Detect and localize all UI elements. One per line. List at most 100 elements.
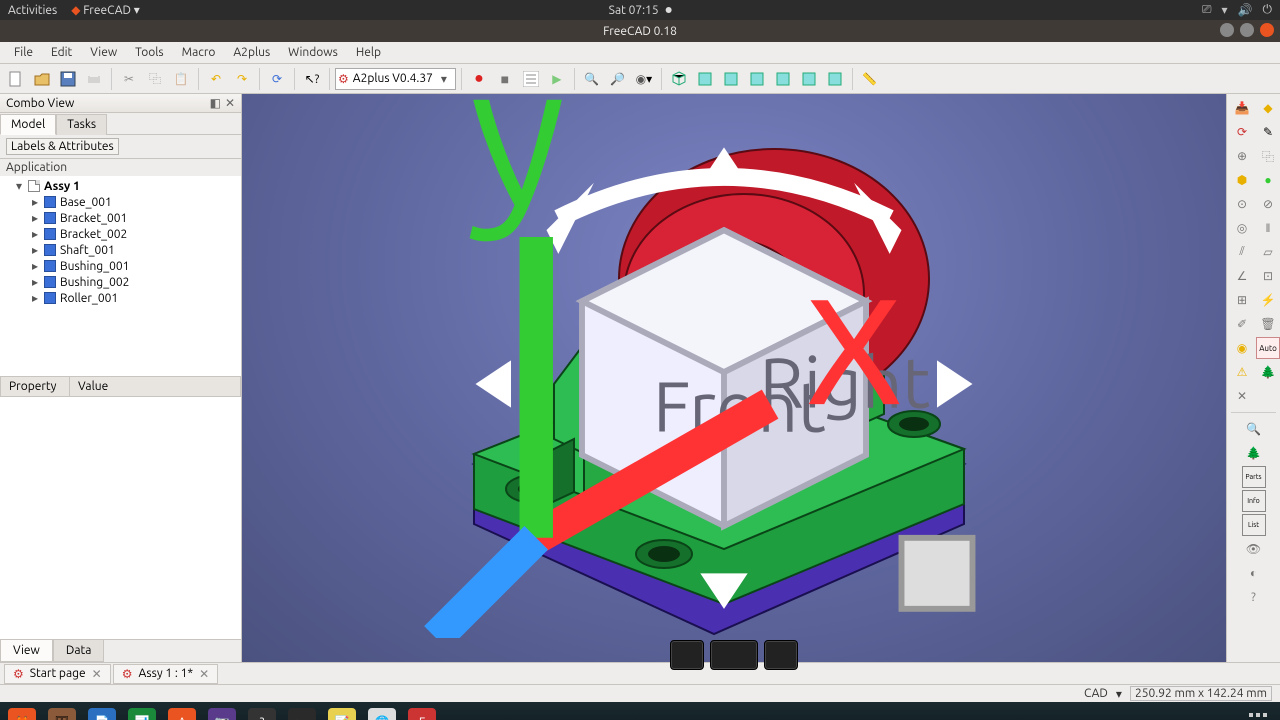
firefox-icon[interactable]: 🦊: [8, 708, 36, 720]
nav-mode-drop[interactable]: ▾: [1116, 687, 1122, 701]
tree-item[interactable]: Shaft_001: [60, 244, 115, 257]
a2p-pointplane-button[interactable]: ⊙: [1230, 193, 1254, 215]
a2p-angled-button[interactable]: ∠: [1230, 265, 1254, 287]
tree-root[interactable]: Assy 1: [44, 180, 80, 193]
show-applications-button[interactable]: [1244, 708, 1272, 720]
new-button[interactable]: [4, 67, 28, 91]
a2p-edit2-button[interactable]: ✐: [1230, 313, 1254, 335]
a2p-delete-button[interactable]: 🗑: [1256, 313, 1280, 335]
part-icon: [44, 276, 56, 288]
right-toolbar: 📥 ◆ ⟳ ✎ ⊕ ⿻ ⬢ ● ⊙ ⊘ ◎ ‖ ⫽ ▱ ∠ ⊡ ⊞ ⚡ ✐ 🗑 …: [1226, 94, 1280, 662]
a2p-edit-button[interactable]: ✎: [1256, 121, 1280, 143]
menu-help[interactable]: Help: [348, 44, 389, 61]
a2p-plane-button[interactable]: ▱: [1256, 241, 1280, 263]
undo-button[interactable]: ↶: [204, 67, 228, 91]
property-col[interactable]: Property: [0, 377, 70, 397]
menu-windows[interactable]: Windows: [280, 44, 346, 61]
software-icon[interactable]: A: [168, 708, 196, 720]
a2p-tree2-button[interactable]: 🌲: [1242, 442, 1266, 464]
a2p-axial-button[interactable]: ‖: [1256, 217, 1280, 239]
writer-icon[interactable]: 📄: [88, 708, 116, 720]
a2p-bom-button[interactable]: List: [1242, 514, 1266, 536]
tab-tasks[interactable]: Tasks: [56, 114, 107, 135]
open-button[interactable]: [30, 67, 54, 91]
a2p-partslist-button[interactable]: Parts: [1242, 466, 1266, 488]
a2p-dup-button[interactable]: ⿻: [1256, 145, 1280, 167]
volume-icon[interactable]: 🔊: [1238, 3, 1253, 17]
freecad-dock-icon[interactable]: F: [408, 708, 436, 720]
menu-a2plus[interactable]: A2plus: [225, 44, 278, 61]
modifier-keys-overlay: [670, 640, 798, 670]
menu-file[interactable]: File: [6, 44, 41, 61]
a2p-transparency-button[interactable]: ◐: [1242, 562, 1266, 584]
a2p-tree-button[interactable]: 🌲: [1256, 361, 1280, 383]
freecad-icon: ⚙: [13, 667, 24, 681]
a2p-dof-button[interactable]: 🔍: [1242, 418, 1266, 440]
screencast-icon[interactable]: ⎚: [1202, 3, 1212, 17]
notes-icon[interactable]: 📝: [328, 708, 356, 720]
a2p-flip-button[interactable]: ✕: [1230, 385, 1254, 407]
tab-model[interactable]: Model: [0, 114, 56, 135]
svg-text:y: y: [469, 70, 566, 242]
copy-button[interactable]: ⿻: [143, 67, 167, 91]
labels-attributes-header[interactable]: Labels & Attributes: [6, 138, 119, 155]
a2p-cm-button[interactable]: ⊞: [1230, 289, 1254, 311]
tab-assy[interactable]: ⚙ Assy 1 : 1* ✕: [113, 664, 218, 684]
tab-start-page[interactable]: ⚙ Start page ✕: [4, 664, 111, 684]
paste-button[interactable]: 📋: [169, 67, 193, 91]
model-tree[interactable]: ▾Assy 1 ▸Base_001 ▸Bracket_001 ▸Bracket_…: [0, 176, 241, 376]
terminal-icon[interactable]: ▸_: [288, 708, 316, 720]
a2p-warn-button[interactable]: ⚠: [1230, 361, 1254, 383]
a2p-solve-button[interactable]: ⚡: [1256, 289, 1280, 311]
calc-icon[interactable]: 📊: [128, 708, 156, 720]
close-icon[interactable]: ✕: [92, 667, 102, 681]
tree-item[interactable]: Base_001: [60, 196, 112, 209]
a2p-help-button[interactable]: ?: [1242, 586, 1266, 608]
close-button[interactable]: [1260, 23, 1274, 37]
maximize-button[interactable]: [1240, 23, 1254, 37]
a2p-autosolve-button[interactable]: Auto: [1256, 337, 1280, 359]
minimize-button[interactable]: [1220, 23, 1234, 37]
network-icon[interactable]: ▾: [1222, 3, 1228, 17]
screenshot-icon[interactable]: 📷: [208, 708, 236, 720]
close-icon[interactable]: ✕: [199, 667, 209, 681]
tree-item[interactable]: Bushing_001: [60, 260, 129, 273]
a2p-point-button[interactable]: ●: [1256, 169, 1280, 191]
a2p-coincident-button[interactable]: ⊡: [1256, 265, 1280, 287]
menu-macro[interactable]: Macro: [174, 44, 224, 61]
globe-icon[interactable]: 🌐: [368, 708, 396, 720]
power-icon[interactable]: ⏻: [1263, 3, 1273, 17]
help-icon[interactable]: ?: [248, 708, 276, 720]
a2p-show-button[interactable]: ◉: [1230, 337, 1254, 359]
a2p-convert-button[interactable]: ⬢: [1230, 169, 1254, 191]
tree-item[interactable]: Bracket_002: [60, 228, 127, 241]
print-button[interactable]: [82, 67, 106, 91]
cut-button[interactable]: ✂: [117, 67, 141, 91]
a2p-circular-button[interactable]: ◎: [1230, 217, 1254, 239]
save-button[interactable]: [56, 67, 80, 91]
value-col[interactable]: Value: [70, 377, 241, 397]
a2p-parallel-button[interactable]: ⫽: [1230, 241, 1254, 263]
dock-float-icon[interactable]: ◧: [210, 96, 221, 110]
a2p-isolate-button[interactable]: 👁: [1242, 538, 1266, 560]
files-icon[interactable]: 🗄: [48, 708, 76, 720]
menu-edit[interactable]: Edit: [43, 44, 80, 61]
app-menu[interactable]: ◆ FreeCAD ▾: [71, 3, 140, 17]
a2p-pointline-button[interactable]: ⊘: [1256, 193, 1280, 215]
menu-tools[interactable]: Tools: [127, 44, 172, 61]
a2p-move-button[interactable]: ⊕: [1230, 145, 1254, 167]
menu-view[interactable]: View: [82, 44, 125, 61]
tree-item[interactable]: Bracket_001: [60, 212, 127, 225]
activities[interactable]: Activities: [8, 4, 57, 17]
tree-item[interactable]: Roller_001: [60, 292, 118, 305]
tab-view[interactable]: View: [0, 640, 53, 662]
3d-viewport[interactable]: Front Right x y: [242, 94, 1226, 662]
a2p-update-button[interactable]: ⟳: [1230, 121, 1254, 143]
property-header: Property Value: [0, 376, 241, 397]
nav-mode[interactable]: CAD: [1084, 687, 1108, 700]
tab-data[interactable]: Data: [53, 640, 105, 662]
a2p-shape-button[interactable]: ◆: [1256, 97, 1280, 119]
tree-item[interactable]: Bushing_002: [60, 276, 129, 289]
a2p-partsinfo-button[interactable]: Info: [1242, 490, 1266, 512]
a2p-import-button[interactable]: 📥: [1230, 97, 1254, 119]
